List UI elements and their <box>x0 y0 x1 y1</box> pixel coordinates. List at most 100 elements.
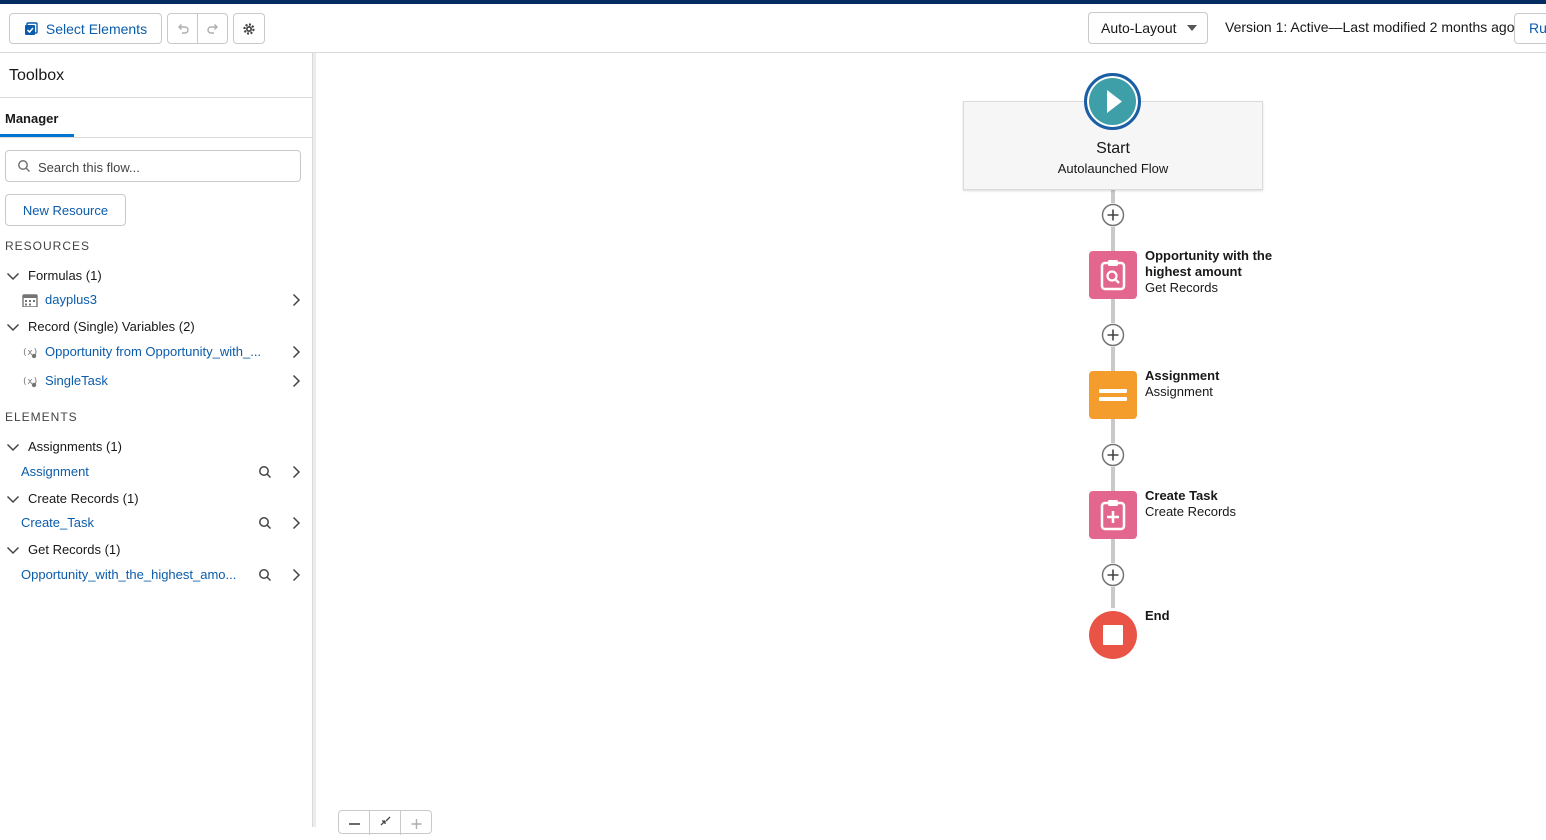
zoom-in-button[interactable] <box>401 811 432 835</box>
search-icon <box>18 160 31 173</box>
add-element-button[interactable] <box>1101 323 1125 347</box>
get-records-node[interactable] <box>1089 251 1137 299</box>
start-title: Start <box>1096 140 1130 157</box>
flow-canvas[interactable]: Start Autolaunched Flow Opportunity with… <box>316 53 1546 835</box>
variable-icon: (x) <box>22 377 38 388</box>
add-element-button[interactable] <box>1101 563 1125 587</box>
plus-icon <box>411 819 422 829</box>
play-icon <box>1107 90 1122 113</box>
group-label: Create Records (1) <box>28 491 139 506</box>
resource-label[interactable]: Opportunity from Opportunity_with_... <box>45 344 277 359</box>
flow-properties-button[interactable] <box>233 13 265 44</box>
search-icon[interactable] <box>258 568 272 582</box>
minus-icon <box>349 823 360 825</box>
chevron-right-icon[interactable] <box>289 568 303 582</box>
zoom-controls <box>338 810 432 835</box>
resource-label[interactable]: dayplus3 <box>45 292 245 307</box>
chevron-right-icon[interactable] <box>289 465 303 479</box>
resource-label[interactable]: SingleTask <box>45 373 245 388</box>
calendar-icon <box>22 294 38 307</box>
group-label: Record (Single) Variables (2) <box>28 319 195 334</box>
end-label: End <box>1145 608 1305 624</box>
select-elements-button[interactable]: Select Elements <box>9 13 162 44</box>
group-create-records[interactable]: Create Records (1) <box>6 491 139 506</box>
select-checkbox-icon <box>24 21 38 35</box>
stop-icon <box>1103 625 1123 645</box>
divider <box>0 97 313 98</box>
undo-icon <box>177 23 189 34</box>
group-record-variables[interactable]: Record (Single) Variables (2) <box>6 319 195 334</box>
group-assignments[interactable]: Assignments (1) <box>6 439 122 454</box>
search-icon[interactable] <box>258 465 272 479</box>
layout-mode-value: Auto-Layout <box>1101 20 1177 36</box>
chevron-right-icon[interactable] <box>289 516 303 530</box>
redo-icon <box>206 23 218 34</box>
assignment-icon <box>1099 389 1127 401</box>
node-title: End <box>1145 608 1170 623</box>
node-type: Create Records <box>1145 504 1237 519</box>
layout-mode-dropdown[interactable]: Auto-Layout <box>1088 12 1208 44</box>
version-status: Version 1: Active—Last modified 2 months… <box>1225 19 1515 35</box>
chevron-right-icon[interactable] <box>289 345 303 359</box>
fit-view-button[interactable] <box>370 811 401 835</box>
resource-item-dayplus3[interactable]: dayplus3 <box>0 288 313 312</box>
toolbox-title: Toolbox <box>9 67 65 84</box>
element-item-get-records[interactable]: Opportunity_with_the_highest_amo... <box>0 563 313 587</box>
element-label[interactable]: Create_Task <box>21 515 246 530</box>
chevron-down-icon <box>6 443 20 451</box>
chevron-down-icon <box>6 546 20 554</box>
add-element-button[interactable] <box>1101 443 1125 467</box>
variable-icon: (x) <box>22 348 38 359</box>
element-item-create-task[interactable]: Create_Task <box>0 511 313 535</box>
new-resource-button[interactable]: New Resource <box>5 194 126 226</box>
plus-circle-icon <box>1101 323 1125 347</box>
node-title: Opportunity with the highest amount <box>1145 248 1273 279</box>
select-elements-label: Select Elements <box>45 20 148 37</box>
collapse-arrows-icon <box>380 816 391 826</box>
resource-item-opportunity[interactable]: (x) Opportunity from Opportunity_with_..… <box>0 340 313 364</box>
toolbox-panel: Toolbox Manager New Resource RESOURCES F… <box>0 53 313 827</box>
chevron-right-icon[interactable] <box>289 293 303 307</box>
node-title: Assignment <box>1145 368 1220 383</box>
get-records-label: Opportunity with the highest amount Get … <box>1145 248 1305 296</box>
plus-circle-icon <box>1101 443 1125 467</box>
search-icon[interactable] <box>258 516 272 530</box>
undo-button[interactable] <box>167 13 198 44</box>
resources-heading: RESOURCES <box>5 239 91 253</box>
chevron-down-icon <box>6 495 20 503</box>
tab-manager[interactable]: Manager <box>5 111 58 126</box>
chevron-down-icon <box>6 272 20 280</box>
builder-toolbar: Select Elements Auto-Layout Version 1: A… <box>0 4 1546 53</box>
add-element-button[interactable] <box>1101 203 1125 227</box>
group-label: Get Records (1) <box>28 542 121 557</box>
create-records-label: Create Task Create Records <box>1145 488 1305 520</box>
node-type: Assignment <box>1145 384 1213 399</box>
chevron-down-icon <box>6 323 20 331</box>
gear-icon <box>243 22 255 35</box>
start-play-icon[interactable] <box>1084 73 1141 130</box>
create-records-node[interactable] <box>1089 491 1137 539</box>
elements-heading: ELEMENTS <box>5 410 78 424</box>
start-subtitle: Autolaunched Flow <box>1057 161 1169 176</box>
node-type: Get Records <box>1145 280 1218 295</box>
chevron-right-icon[interactable] <box>289 374 303 388</box>
chevron-down-icon <box>1187 25 1197 31</box>
assignment-node[interactable] <box>1089 371 1137 419</box>
divider <box>0 137 313 138</box>
plus-circle-icon <box>1101 563 1125 587</box>
group-get-records[interactable]: Get Records (1) <box>6 542 120 557</box>
group-label: Assignments (1) <box>28 439 122 454</box>
element-label[interactable]: Assignment <box>21 464 246 479</box>
get-records-icon <box>1100 260 1126 291</box>
redo-button[interactable] <box>197 13 228 44</box>
search-flow-field[interactable] <box>5 150 301 182</box>
group-formulas[interactable]: Formulas (1) <box>6 268 102 283</box>
assignment-label: Assignment Assignment <box>1145 368 1305 400</box>
element-label[interactable]: Opportunity_with_the_highest_amo... <box>21 567 249 582</box>
resource-item-singletask[interactable]: (x) SingleTask <box>0 369 313 393</box>
element-item-assignment[interactable]: Assignment <box>0 460 313 484</box>
end-node[interactable] <box>1089 611 1137 659</box>
zoom-out-button[interactable] <box>339 811 370 835</box>
search-input[interactable] <box>38 157 288 177</box>
run-button[interactable]: Run <box>1514 13 1546 44</box>
